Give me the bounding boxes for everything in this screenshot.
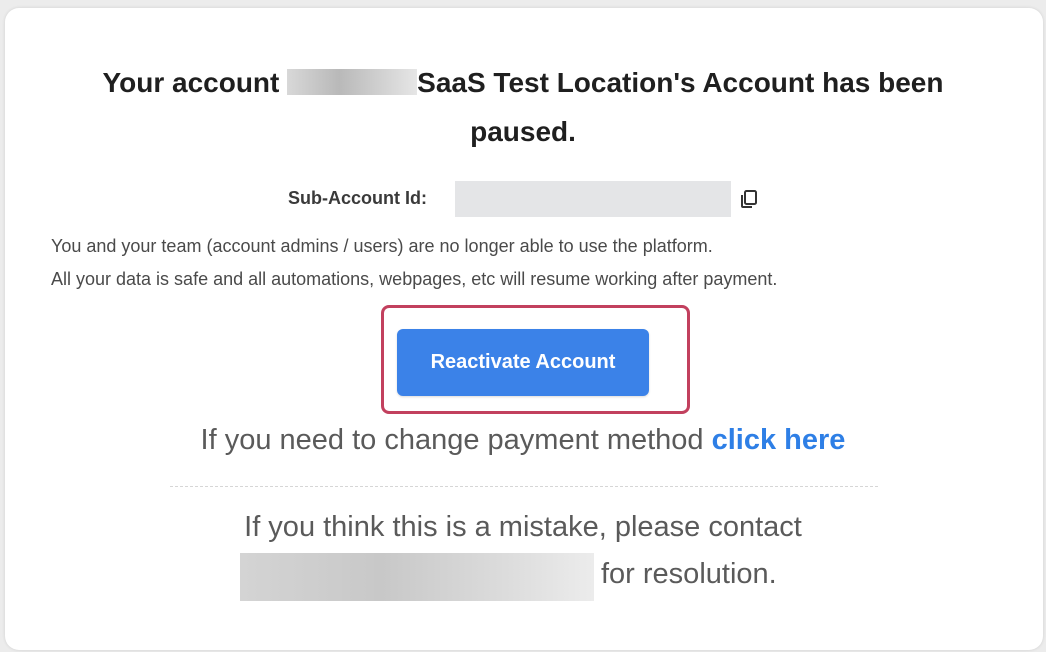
title-line2: paused. [470, 116, 576, 147]
redacted-account-name [287, 69, 418, 95]
divider [170, 486, 878, 487]
sub-account-row: Sub-Account Id: [0, 181, 1046, 217]
info-line-1: You and your team (account admins / user… [51, 236, 713, 256]
info-line-2: All your data is safe and all automation… [51, 269, 778, 289]
sub-account-id-redacted [455, 181, 731, 217]
change-payment-line: If you need to change payment method cli… [0, 424, 1046, 457]
title-suffix: SaaS Test Location's Account has been [417, 67, 944, 98]
sub-account-label: Sub-Account Id: [288, 188, 427, 208]
title-prefix: Your account [102, 67, 280, 98]
redacted-contact [240, 553, 594, 601]
change-payment-text: If you need to change payment method [200, 424, 704, 456]
click-here-link[interactable]: click here [712, 424, 846, 456]
copy-icon[interactable] [739, 189, 759, 209]
resolution-text: for resolution. [601, 558, 777, 590]
page-title: Your account SaaS Test Location's Accoun… [0, 58, 1046, 156]
reactivate-account-button[interactable]: Reactivate Account [397, 329, 649, 396]
mistake-text: If you think this is a mistake, please c… [244, 511, 802, 543]
